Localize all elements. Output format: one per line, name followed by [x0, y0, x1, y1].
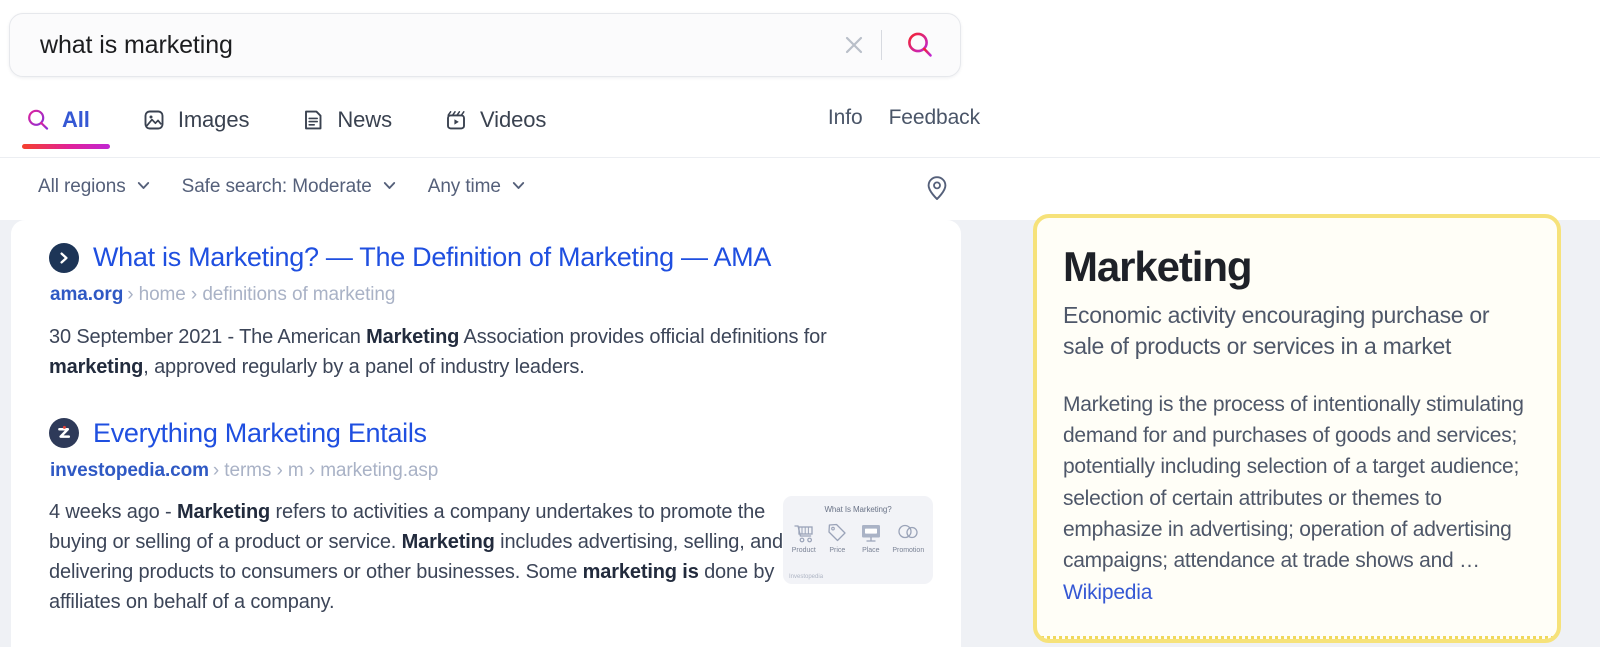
tab-active-indicator — [22, 144, 110, 149]
location-button[interactable] — [924, 174, 950, 205]
result-title-link[interactable]: What is Marketing? — The Definition of M… — [93, 242, 771, 273]
search-header — [0, 0, 1600, 92]
thumbnail-cell: Price — [825, 522, 849, 554]
results-list: What is Marketing? — The Definition of M… — [11, 220, 961, 647]
filter-bar: All regions Safe search: Moderate Any ti… — [0, 158, 1600, 220]
speech-bubble-icon — [896, 522, 920, 544]
search-submit-button[interactable] — [892, 22, 948, 68]
video-icon — [443, 107, 469, 133]
tab-bar: All Images — [0, 92, 1600, 158]
monitor-icon — [859, 522, 883, 544]
price-tag-icon — [825, 522, 849, 544]
feedback-link[interactable]: Feedback — [889, 106, 980, 130]
filter-list: All regions Safe search: Moderate Any ti… — [38, 172, 527, 202]
thumbnail-icon-row: Product Price — [787, 522, 929, 554]
chevron-down-icon — [381, 177, 398, 197]
knowledge-panel: Marketing Economic activity encouraging … — [1033, 214, 1561, 643]
news-icon — [300, 107, 326, 133]
knowledge-panel-subtitle: Economic activity encouraging purchase o… — [1063, 300, 1527, 361]
knowledge-panel-title: Marketing — [1063, 244, 1527, 290]
result-title-row: What is Marketing? — The Definition of M… — [49, 242, 925, 273]
safesearch-filter-label: Safe search: Moderate — [182, 176, 372, 198]
search-box[interactable] — [9, 13, 961, 77]
result-thumbnail[interactable]: What Is Marketing? Product — [783, 496, 933, 584]
result-path: › terms › m › marketing.asp — [213, 460, 438, 481]
tab-images-label: Images — [178, 107, 250, 133]
content-area: What is Marketing? — The Definition of M… — [0, 220, 1600, 647]
cart-icon — [792, 522, 816, 544]
thumbnail-cell-label: Product — [792, 547, 816, 554]
thumbnail-watermark: Investopedia — [789, 574, 823, 580]
search-icon — [25, 107, 51, 133]
tab-all-label: All — [62, 107, 90, 133]
result-path: › home › definitions of marketing — [127, 284, 395, 305]
result-item: Everything Marketing Entails investopedi… — [11, 418, 961, 618]
result-domain: ama.org — [50, 284, 123, 305]
result-domain: investopedia.com — [50, 460, 209, 481]
result-snippet: 30 September 2021 - The American Marketi… — [49, 322, 864, 382]
result-title-row: Everything Marketing Entails — [49, 418, 925, 449]
thumbnail-cell: Promotion — [892, 522, 924, 554]
tab-all[interactable]: All — [22, 92, 110, 148]
time-filter[interactable]: Any time — [428, 172, 527, 202]
tab-videos-label: Videos — [480, 107, 546, 133]
knowledge-panel-bottom-edge — [1041, 636, 1553, 639]
thumbnail-cell: Product — [792, 522, 816, 554]
image-icon — [141, 107, 167, 133]
result-url[interactable]: ama.org› home › definitions of marketing — [50, 283, 925, 308]
safesearch-filter[interactable]: Safe search: Moderate — [182, 172, 398, 202]
search-divider — [881, 30, 882, 60]
region-filter-label: All regions — [38, 176, 126, 198]
header-links: Info Feedback — [828, 106, 980, 130]
tab-news-label: News — [337, 107, 392, 133]
time-filter-label: Any time — [428, 176, 501, 198]
result-snippet: 4 weeks ago - Marketing refers to activi… — [49, 497, 784, 617]
tab-videos[interactable]: Videos — [440, 92, 566, 148]
thumbnail-cell-label: Price — [829, 547, 845, 554]
investopedia-icon — [49, 418, 79, 448]
tab-list: All Images — [22, 92, 594, 158]
thumbnail-title: What Is Marketing? — [783, 505, 933, 514]
tab-images[interactable]: Images — [138, 92, 270, 148]
chevron-down-icon — [510, 177, 527, 197]
thumbnail-cell-label: Place — [862, 547, 880, 554]
result-url[interactable]: investopedia.com› terms › m › marketing.… — [50, 459, 925, 484]
region-filter[interactable]: All regions — [38, 172, 152, 202]
thumbnail-cell: Place — [859, 522, 883, 554]
thumbnail-cell-label: Promotion — [892, 547, 924, 554]
knowledge-panel-source-link[interactable]: Wikipedia — [1063, 581, 1152, 604]
chevron-down-icon — [135, 177, 152, 197]
result-title-link[interactable]: Everything Marketing Entails — [93, 418, 427, 449]
map-pin-icon — [924, 174, 950, 205]
info-link[interactable]: Info — [828, 106, 863, 130]
search-icon — [904, 29, 936, 61]
tab-news[interactable]: News — [297, 92, 412, 148]
search-input[interactable] — [10, 31, 831, 60]
knowledge-panel-body: Marketing is the process of intentionall… — [1063, 389, 1527, 577]
clear-search-button[interactable] — [831, 22, 877, 68]
result-item: What is Marketing? — The Definition of M… — [11, 242, 961, 382]
ama-chevron-icon — [49, 243, 79, 273]
search-results-page: All Images — [0, 0, 1600, 647]
close-icon — [841, 32, 867, 58]
